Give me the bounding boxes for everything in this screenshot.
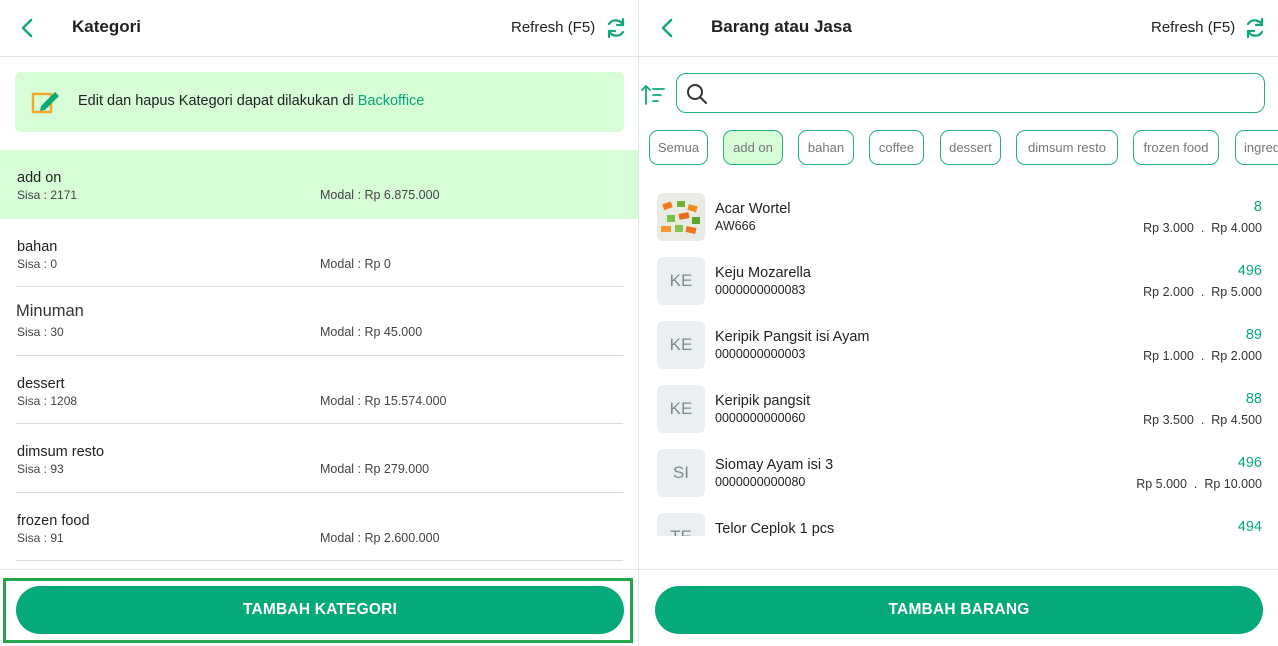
item-price: Rp 5.000 . Rp 10.000 bbox=[1136, 477, 1262, 491]
item-name: Siomay Ayam isi 3 bbox=[715, 457, 834, 473]
category-header: Kategori Refresh (F5) bbox=[0, 0, 638, 57]
back-arrow-icon[interactable] bbox=[16, 16, 40, 40]
category-stock: Sisa : 1208 bbox=[17, 393, 78, 408]
info-message: Edit dan hapus Kategori dapat dilakukan … bbox=[78, 93, 424, 109]
back-arrow-icon[interactable] bbox=[656, 16, 680, 40]
item-code: AW666 bbox=[715, 219, 756, 233]
filter-chip[interactable]: bahan bbox=[798, 130, 854, 165]
item-initials: KE bbox=[657, 321, 705, 369]
app: Kategori Refresh (F5) Edit dan hapus Kat… bbox=[0, 0, 1278, 646]
item-name: Acar Wortel bbox=[715, 201, 791, 217]
refresh-button[interactable]: Refresh (F5) bbox=[511, 19, 595, 36]
filter-chip[interactable]: dimsum resto bbox=[1016, 130, 1118, 165]
sort-icon[interactable] bbox=[641, 84, 665, 106]
backoffice-link[interactable]: Backoffice bbox=[358, 93, 425, 109]
filter-chip[interactable]: coffee bbox=[869, 130, 924, 165]
filter-chip[interactable]: add on bbox=[723, 130, 783, 165]
item-stock: 8 bbox=[1253, 199, 1262, 215]
item-initials: KE bbox=[657, 385, 705, 433]
item-name: Telor Ceplok 1 pcs bbox=[715, 521, 835, 536]
category-capital: Modal : Rp 45.000 bbox=[320, 325, 423, 339]
category-name: add on bbox=[17, 170, 62, 186]
item-code: 0000000000083 bbox=[715, 283, 806, 297]
item-photo bbox=[657, 193, 705, 241]
refresh-icon[interactable] bbox=[1243, 16, 1267, 40]
category-list: add on Sisa : 2171 Modal : Rp 6.875.000 bah… bbox=[0, 150, 638, 561]
category-row[interactable]: frozen food Sisa : 91 Modal : Rp 2.600.000 bbox=[0, 493, 638, 561]
category-stock: Sisa : 91 bbox=[17, 530, 64, 545]
category-stock: Sisa : 30 bbox=[17, 325, 64, 339]
item-code: 0000000000060 bbox=[715, 411, 806, 425]
item-initials: KE bbox=[657, 257, 705, 305]
vegetable-photo-icon bbox=[657, 193, 705, 241]
item-row[interactable]: KE Keripik Pangsit isi Ayam 0000000000003 8… bbox=[641, 310, 1278, 374]
item-row[interactable]: SI Siomay Ayam isi 3 0000000000080 496 Rp 5.… bbox=[641, 438, 1278, 502]
category-row[interactable]: dimsum resto Sisa : 93 Modal : Rp 279.000 bbox=[0, 424, 638, 493]
category-filter-chips: Semua add on bahan coffee dessert dimsum rest… bbox=[649, 130, 1278, 165]
filter-chip[interactable]: Semua bbox=[649, 130, 708, 165]
item-row[interactable]: KE Keju Mozarella 0000000000083 496 Rp 2.000… bbox=[641, 246, 1278, 310]
item-stock: 496 bbox=[1237, 455, 1262, 471]
category-row[interactable]: Minuman Sisa : 30 Modal : Rp 45.000 bbox=[0, 287, 638, 356]
item-code: 0000000000003 bbox=[715, 347, 806, 361]
category-panel: Kategori Refresh (F5) Edit dan hapus Kat… bbox=[0, 0, 639, 646]
item-initials: SI bbox=[657, 449, 705, 497]
item-name: Keju Mozarella bbox=[715, 265, 811, 281]
item-stock: 89 bbox=[1245, 327, 1262, 343]
search-icon bbox=[687, 84, 707, 104]
item-price: Rp 2.000 . Rp 5.000 bbox=[1143, 285, 1262, 299]
add-category-button[interactable]: TAMBAH KATEGORI bbox=[16, 586, 624, 634]
page-title: Kategori bbox=[72, 17, 141, 36]
category-name: frozen food bbox=[17, 512, 90, 529]
category-row[interactable]: add on Sisa : 2171 Modal : Rp 6.875.000 bbox=[0, 150, 638, 219]
filter-chip[interactable]: dessert bbox=[940, 130, 1001, 165]
category-capital: Modal : Rp 0 bbox=[320, 256, 391, 271]
category-row[interactable]: dessert Sisa : 1208 Modal : Rp 15.574.000 bbox=[0, 356, 638, 424]
add-item-button[interactable]: TAMBAH BARANG bbox=[655, 586, 1263, 634]
edit-note-icon bbox=[31, 92, 59, 114]
item-name: Keripik Pangsit isi Ayam bbox=[715, 329, 870, 345]
items-header: Barang atau Jasa Refresh (F5) bbox=[639, 0, 1278, 57]
category-capital: Modal : Rp 2.600.000 bbox=[320, 530, 440, 545]
category-name: dessert bbox=[17, 375, 65, 392]
item-row[interactable]: Acar Wortel AW666 8 Rp 3.000 . Rp 4.000 bbox=[641, 182, 1278, 246]
item-code: 0000000000080 bbox=[715, 475, 806, 489]
category-capital: Modal : Rp 279.000 bbox=[320, 462, 430, 476]
item-stock: 496 bbox=[1237, 263, 1262, 279]
info-text: Edit dan hapus Kategori dapat dilakukan … bbox=[78, 93, 358, 109]
row-divider bbox=[16, 560, 623, 561]
search-input[interactable] bbox=[676, 73, 1265, 113]
item-price: Rp 1.000 . Rp 2.000 bbox=[1143, 349, 1262, 363]
item-list: Acar Wortel AW666 8 Rp 3.000 . Rp 4.000 KE Ke… bbox=[641, 182, 1278, 536]
refresh-button[interactable]: Refresh (F5) bbox=[1151, 19, 1235, 36]
filter-chip[interactable]: frozen food bbox=[1133, 130, 1219, 165]
category-name: bahan bbox=[17, 238, 58, 255]
item-price: Rp 3.000 . Rp 4.000 bbox=[1143, 221, 1262, 235]
category-name: Minuman bbox=[16, 302, 84, 320]
refresh-icon[interactable] bbox=[604, 16, 628, 40]
filter-chip[interactable]: ingredients bbox=[1235, 130, 1278, 165]
item-row[interactable]: KE Keripik pangsit 0000000000060 88 Rp 3.500… bbox=[641, 374, 1278, 438]
item-stock: 88 bbox=[1245, 391, 1262, 407]
item-price: Rp 3.500 . Rp 4.500 bbox=[1143, 413, 1262, 427]
item-initials: TE bbox=[657, 513, 705, 536]
category-capital: Modal : Rp 15.574.000 bbox=[320, 393, 447, 408]
category-capital: Modal : Rp 6.875.000 bbox=[320, 188, 440, 202]
page-title: Barang atau Jasa bbox=[711, 17, 852, 36]
category-stock: Sisa : 0 bbox=[17, 256, 58, 271]
item-row[interactable]: TE Telor Ceplok 1 pcs 494 bbox=[641, 502, 1278, 536]
category-stock: Sisa : 93 bbox=[17, 462, 64, 476]
info-banner: Edit dan hapus Kategori dapat dilakukan … bbox=[15, 72, 624, 132]
item-name: Keripik pangsit bbox=[715, 393, 811, 409]
category-stock: Sisa : 2171 bbox=[17, 188, 78, 202]
category-row[interactable]: bahan Sisa : 0 Modal : Rp 0 bbox=[0, 219, 638, 287]
category-name: dimsum resto bbox=[17, 444, 105, 460]
item-stock: 494 bbox=[1237, 519, 1262, 535]
